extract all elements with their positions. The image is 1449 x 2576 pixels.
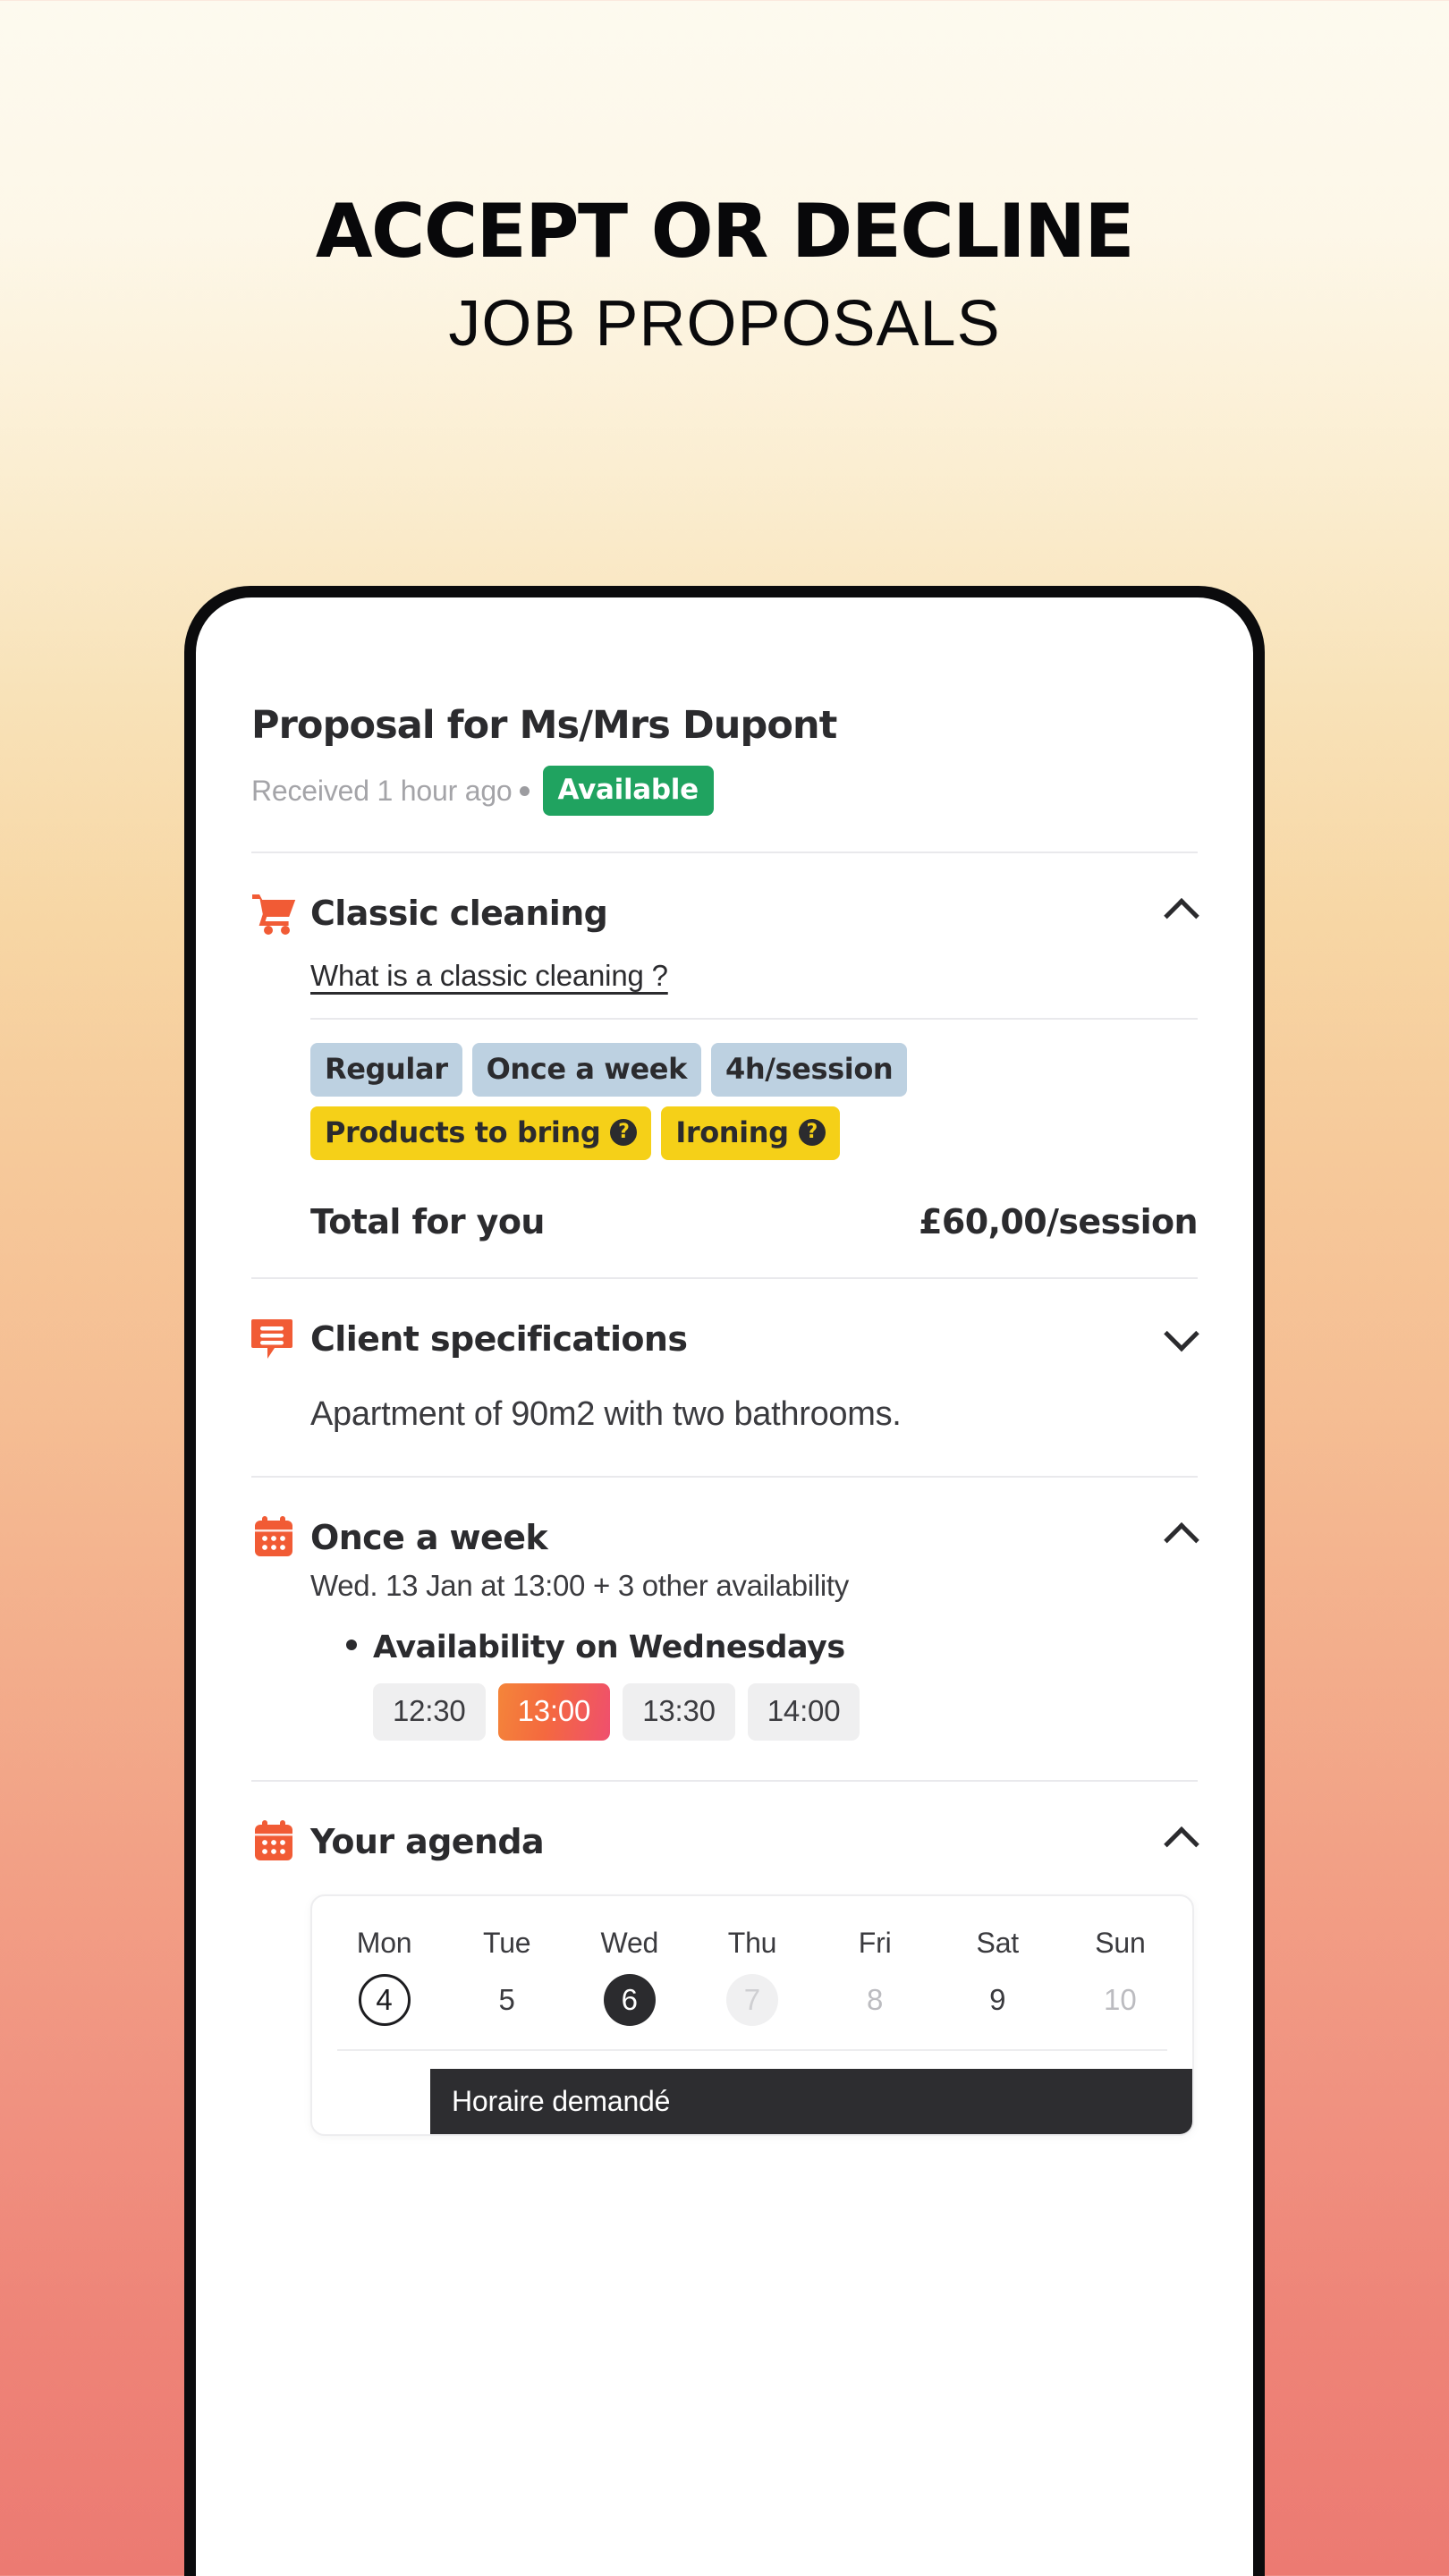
agenda-day-number: 10 <box>1104 1983 1137 2017</box>
time-slot-chip[interactable]: 14:00 <box>747 1683 860 1741</box>
client-specs-section-header[interactable]: Client specifications <box>251 1313 1199 1365</box>
calendar-icon <box>251 1515 301 1560</box>
agenda-day-number: 9 <box>989 1983 1006 2017</box>
agenda-section-title: Your agenda <box>310 1822 545 1862</box>
agenda-dow-label: Sun <box>1095 1927 1146 1960</box>
total-row: Total for you £60,00/session <box>310 1170 1199 1241</box>
help-question-icon[interactable]: ? <box>798 1119 826 1146</box>
agenda-day-mon[interactable]: Mon 4 <box>323 1927 445 2028</box>
client-specs-section-title: Client specifications <box>310 1319 688 1359</box>
service-section-title: Classic cleaning <box>310 894 608 933</box>
requested-slot-block[interactable]: Horaire demandé <box>430 2069 1192 2135</box>
agenda-day-number: 5 <box>498 1983 515 2017</box>
calendar-icon <box>251 1819 301 1864</box>
tag-chip[interactable]: 4h/session <box>710 1043 908 1097</box>
status-badge: Available <box>542 766 714 816</box>
agenda-dow-label: Sat <box>976 1927 1020 1960</box>
promo-headline-block: ACCEPT OR DECLINE JOB PROPOSALS <box>0 0 1449 359</box>
agenda-day-fri[interactable]: Fri 8 <box>814 1927 936 2028</box>
agenda-day-number: 7 <box>725 1974 778 2027</box>
agenda-dow-label: Fri <box>858 1927 892 1960</box>
agenda-day-thu[interactable]: Thu 7 <box>691 1927 813 2028</box>
service-section-header[interactable]: Classic cleaning <box>251 887 1199 939</box>
service-tag-row-1: Regular Once a week 4h/session <box>310 1043 1198 1097</box>
chevron-up-icon[interactable] <box>1164 898 1199 934</box>
client-specs-section: Client specifications Apartment of 90m2 … <box>251 1279 1199 1436</box>
client-specs-body: Apartment of 90m2 with two bathrooms. <box>310 1395 902 1433</box>
agenda-day-sat[interactable]: Sat 9 <box>936 1927 1059 2028</box>
chevron-up-icon[interactable] <box>1164 1826 1199 1862</box>
agenda-dow-label: Tue <box>483 1927 531 1960</box>
agenda-day-wed[interactable]: Wed 6 <box>568 1927 691 2028</box>
agenda-calendar-card: Mon 4 Tue 5 Wed 6 Thu 7 Fri 8 Sat 9 Sun … <box>310 1894 1194 2137</box>
tag-label: Ironing <box>675 1115 789 1149</box>
agenda-dow-label: Wed <box>600 1927 659 1960</box>
bullet-dot-icon <box>346 1640 357 1651</box>
frequency-section-title: Once a week <box>310 1518 548 1558</box>
agenda-week-row: Mon 4 Tue 5 Wed 6 Thu 7 Fri 8 Sat 9 Sun … <box>312 1896 1192 2037</box>
tag-label: Products to bring <box>325 1115 601 1149</box>
promo-headline: ACCEPT OR DECLINE <box>315 188 1135 275</box>
proposal-meta-row: Received 1 hour ago Available <box>251 766 1198 816</box>
service-section: Classic cleaning What is a classic clean… <box>251 853 1199 1241</box>
agenda-dow-label: Mon <box>356 1927 412 1960</box>
promo-subheadline: JOB PROPOSALS <box>448 288 1001 360</box>
separator-dot-icon <box>519 785 530 796</box>
service-tag-row-2: Products to bring ? Ironing ? <box>310 1106 1198 1160</box>
tag-label: 4h/session <box>724 1052 894 1086</box>
time-slot-chip[interactable]: 12:30 <box>373 1683 486 1741</box>
service-tag-list: Regular Once a week 4h/session Products … <box>310 1020 1198 1160</box>
agenda-day-tue[interactable]: Tue 5 <box>445 1927 568 2028</box>
received-timestamp: Received 1 hour ago <box>251 774 513 807</box>
chevron-up-icon[interactable] <box>1164 1522 1199 1558</box>
agenda-requested-slot-row: Horaire demandé <box>312 2051 1192 2135</box>
time-slot-list: 12:30 13:00 13:30 14:00 <box>373 1683 1198 1741</box>
tag-chip[interactable]: Once a week <box>471 1043 701 1097</box>
agenda-dow-label: Thu <box>727 1927 777 1960</box>
agenda-day-sun[interactable]: Sun 10 <box>1059 1927 1182 2028</box>
time-slot-chip-selected[interactable]: 13:00 <box>497 1683 611 1741</box>
availability-heading-row: Availability on Wednesdays <box>346 1630 1198 1665</box>
total-label: Total for you <box>310 1202 545 1241</box>
agenda-section-header[interactable]: Your agenda <box>251 1816 1199 1868</box>
tag-label: Once a week <box>486 1052 688 1086</box>
availability-label: Availability on Wednesdays <box>373 1630 845 1666</box>
shopping-cart-icon <box>251 892 301 935</box>
speech-bubble-icon <box>251 1317 301 1361</box>
frequency-section-header[interactable]: Once a week <box>251 1512 1199 1563</box>
phone-mockup: Proposal for Ms/Mrs Dupont Received 1 ho… <box>184 586 1265 2576</box>
help-question-icon[interactable]: ? <box>610 1119 638 1146</box>
tag-chip[interactable]: Ironing ? <box>661 1106 840 1160</box>
frequency-subtitle: Wed. 13 Jan at 13:00 + 3 other availabil… <box>310 1569 849 1603</box>
agenda-day-number-selected: 6 <box>603 1974 656 2027</box>
tag-chip[interactable]: Regular <box>310 1043 462 1097</box>
agenda-section: Your agenda Mon 4 Tue 5 Wed 6 Thu 7 Fri … <box>251 1782 1199 2137</box>
page-title: Proposal for Ms/Mrs Dupont <box>251 703 837 748</box>
frequency-section: Once a week Wed. 13 Jan at 13:00 + 3 oth… <box>251 1478 1199 1741</box>
tag-label: Regular <box>325 1052 448 1086</box>
phone-screen: Proposal for Ms/Mrs Dupont Received 1 ho… <box>196 597 1253 2576</box>
classic-cleaning-help-link[interactable]: What is a classic cleaning ? <box>310 959 668 993</box>
tag-chip[interactable]: Products to bring ? <box>310 1106 652 1160</box>
proposal-header: Proposal for Ms/Mrs Dupont Received 1 ho… <box>251 597 1198 816</box>
time-slot-chip[interactable]: 13:30 <box>623 1683 735 1741</box>
chevron-down-icon[interactable] <box>1164 1316 1199 1352</box>
agenda-day-number: 4 <box>358 1974 411 2027</box>
agenda-day-number: 8 <box>866 1983 884 2017</box>
total-value: £60,00/session <box>919 1202 1199 1241</box>
